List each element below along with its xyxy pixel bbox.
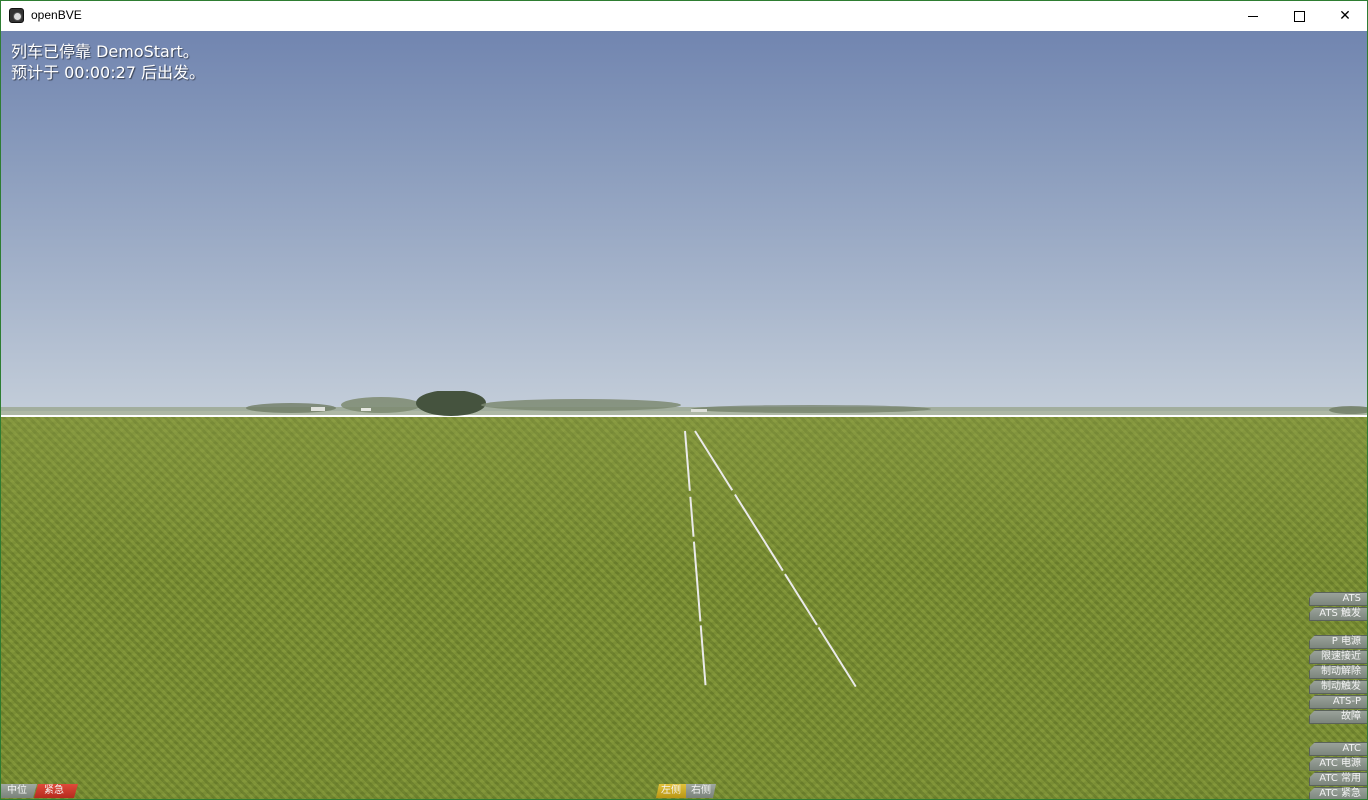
atc-indicator: ATC xyxy=(1309,742,1367,756)
maximize-button[interactable] xyxy=(1276,1,1322,31)
speed-limit-approach-indicator: 限速接近 xyxy=(1309,650,1367,664)
brake-release-indicator: 制动解除 xyxy=(1309,665,1367,679)
close-icon: ✕ xyxy=(1339,8,1351,24)
ats-indicator-panel: ATS ATS 触发 xyxy=(1309,592,1367,621)
atc-service-indicator: ATC 常用 xyxy=(1309,772,1367,786)
minimize-button[interactable] xyxy=(1230,1,1276,31)
minimize-icon xyxy=(1248,15,1258,17)
app-window: openBVE ✕ 列车已停靠 DemoStart。 预计于 00:00:27 … xyxy=(0,0,1368,800)
ats-indicator: ATS xyxy=(1309,592,1367,606)
atc-emergency-indicator: ATC 紧急 xyxy=(1309,787,1367,799)
railway-track xyxy=(684,430,857,692)
fault-indicator: 故障 xyxy=(1309,710,1367,724)
simulation-viewport[interactable]: 列车已停靠 DemoStart。 预计于 00:00:27 后出发。 ATS A… xyxy=(1,31,1367,799)
left-door-indicator: 左侧 xyxy=(656,784,686,798)
p-power-indicator: P 电源 xyxy=(1309,635,1367,649)
title-bar[interactable]: openBVE ✕ xyxy=(1,1,1367,31)
ats-trigger-indicator: ATS 触发 xyxy=(1309,607,1367,621)
atsp-indicator-panel: P 电源 限速接近 制动解除 制动触发 ATS-P 故障 xyxy=(1309,635,1367,724)
atc-indicator-panel: ATC ATC 电源 ATC 常用 ATC 紧急 xyxy=(1309,742,1367,799)
door-status-bar: 左侧 右侧 xyxy=(656,784,716,798)
close-button[interactable]: ✕ xyxy=(1322,1,1367,31)
brake-trigger-indicator: 制动触发 xyxy=(1309,680,1367,694)
openbve-app-icon xyxy=(9,8,24,23)
window-title: openBVE xyxy=(31,8,82,22)
departure-time-message: 预计于 00:00:27 后出发。 xyxy=(11,63,206,82)
right-door-indicator: 右侧 xyxy=(686,784,716,798)
emergency-brake-indicator: 紧急 xyxy=(34,784,78,798)
handle-status-bar: 中位 紧急 xyxy=(1,784,78,798)
maximize-icon xyxy=(1293,10,1305,22)
atc-power-indicator: ATC 电源 xyxy=(1309,757,1367,771)
ats-p-indicator: ATS-P xyxy=(1309,695,1367,709)
reverser-neutral-indicator: 中位 xyxy=(1,784,37,798)
